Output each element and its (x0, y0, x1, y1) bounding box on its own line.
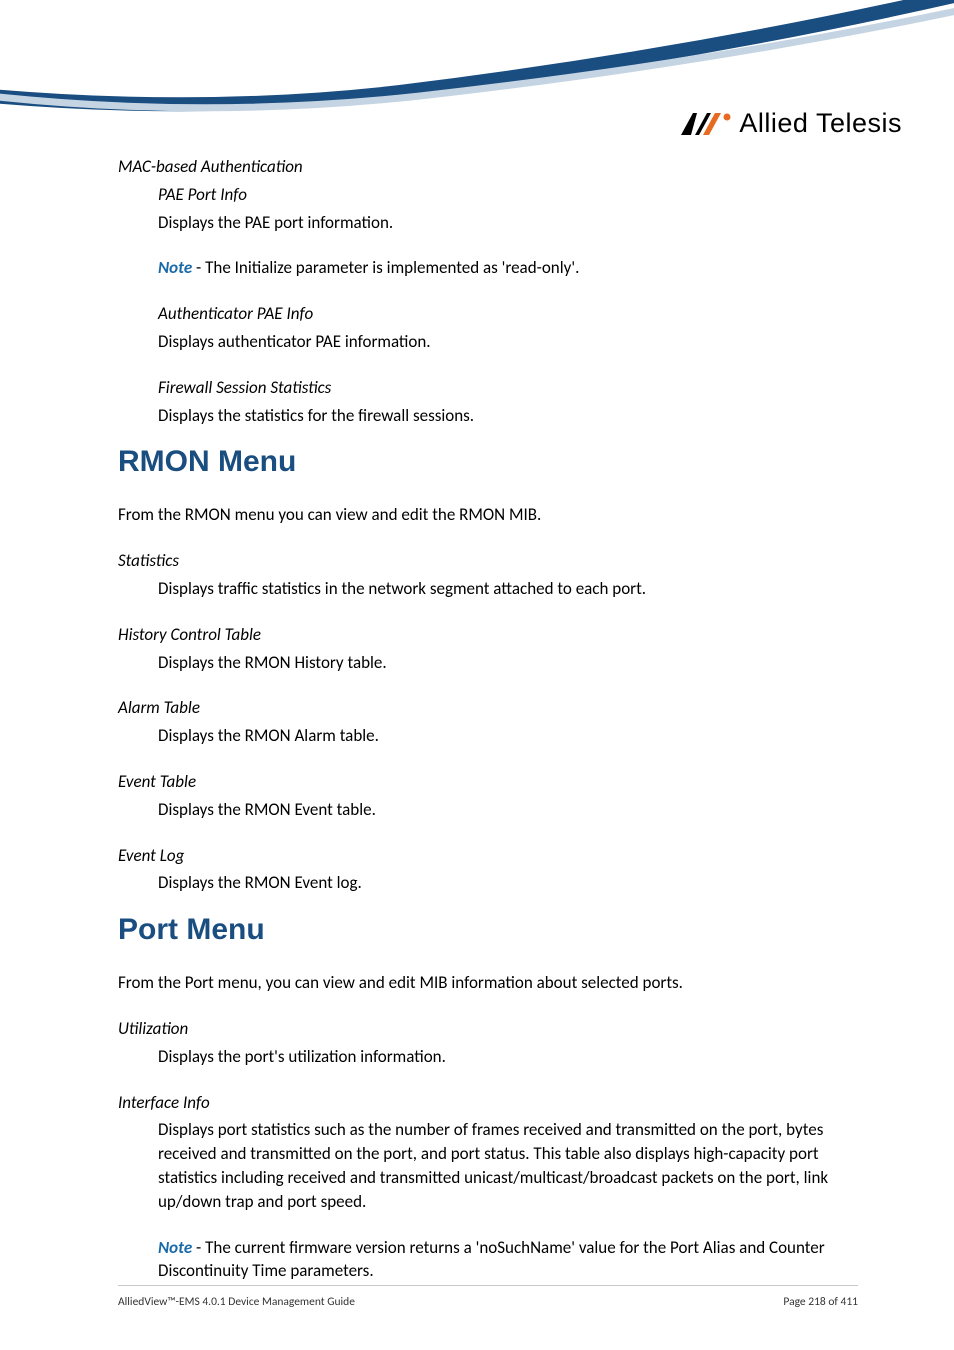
interface-info-label: Interface Info (118, 1091, 858, 1115)
alarm-table-label: Alarm Table (118, 696, 858, 720)
port-menu-heading: Port Menu (118, 909, 858, 951)
event-table-desc: Displays the RMON Event table. (158, 798, 858, 822)
footer-doc-title: AlliedView™-EMS 4.0.1 Device Management … (118, 1294, 355, 1310)
pae-port-info-label: PAE Port Info (158, 183, 858, 207)
note-label: Note (158, 257, 192, 278)
firewall-session-desc: Displays the statistics for the firewall… (158, 404, 858, 428)
history-control-label: History Control Table (118, 623, 858, 647)
port-intro: From the Port menu, you can view and edi… (118, 971, 858, 995)
footer-page-number: Page 218 of 411 (783, 1294, 858, 1310)
statistics-desc: Displays traffic statistics in the netwo… (158, 577, 858, 601)
rmon-menu-heading: RMON Menu (118, 441, 858, 483)
authenticator-pae-label: Authenticator PAE Info (158, 302, 858, 326)
brand-name: Allied Telesis (739, 105, 902, 143)
interface-info-desc: Displays port statistics such as the num… (158, 1118, 858, 1213)
event-log-desc: Displays the RMON Event log. (158, 871, 858, 895)
authenticator-pae-desc: Displays authenticator PAE information. (158, 330, 858, 354)
alarm-table-desc: Displays the RMON Alarm table. (158, 724, 858, 748)
mac-auth-heading: MAC-based Authentication (118, 155, 858, 179)
brand-logo: Allied Telesis (681, 105, 902, 143)
utilization-label: Utilization (118, 1017, 858, 1041)
rmon-intro: From the RMON menu you can view and edit… (118, 503, 858, 527)
note-initialize: Note - The Initialize parameter is imple… (158, 256, 858, 280)
note-label-2: Note (158, 1237, 192, 1258)
statistics-label: Statistics (118, 549, 858, 573)
event-table-label: Event Table (118, 770, 858, 794)
page-content: MAC-based Authentication PAE Port Info D… (118, 155, 858, 1287)
note-nosuchname: Note - The current firmware version retu… (158, 1236, 858, 1284)
brand-mark-icon (681, 113, 733, 135)
pae-port-info-desc: Displays the PAE port information. (158, 211, 858, 235)
note-text-2: - The current firmware version returns a… (158, 1237, 825, 1282)
page-footer: AlliedView™-EMS 4.0.1 Device Management … (118, 1285, 858, 1310)
event-log-label: Event Log (118, 844, 858, 868)
utilization-desc: Displays the port's utilization informat… (158, 1045, 858, 1069)
history-control-desc: Displays the RMON History table. (158, 651, 858, 675)
note-text: - The Initialize parameter is implemente… (192, 257, 579, 278)
firewall-session-label: Firewall Session Statistics (158, 376, 858, 400)
